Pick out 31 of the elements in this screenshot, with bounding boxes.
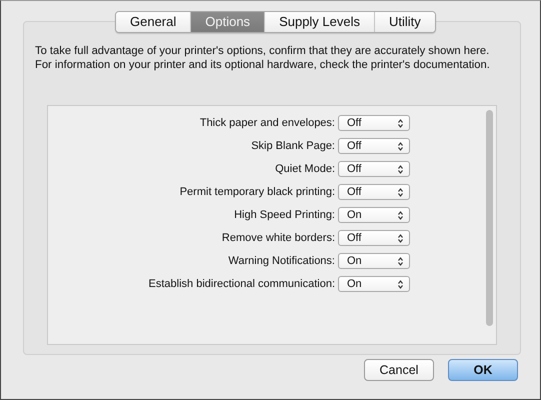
popup-button[interactable]: Off — [338, 115, 410, 131]
updown-arrows-icon — [398, 234, 403, 242]
popup-button[interactable]: Off — [338, 184, 410, 200]
popup-button[interactable]: Off — [338, 138, 410, 154]
updown-arrows-icon — [398, 142, 403, 150]
option-label: Warning Notifications: — [227, 254, 336, 269]
tab[interactable]: Supply Levels — [265, 12, 376, 32]
updown-arrows-icon — [398, 210, 403, 220]
popup-button[interactable]: On — [338, 253, 410, 269]
option-label: High Speed Printing: — [233, 208, 336, 223]
popup-button[interactable]: On — [338, 276, 410, 292]
option-label: Establish bidirectional communication: — [148, 276, 336, 292]
scrollbar-thumb[interactable] — [486, 110, 492, 326]
cancel-button[interactable]: Cancel — [364, 359, 434, 381]
option-label: Skip Blank Page: — [250, 138, 336, 154]
tab[interactable]: Utility — [375, 12, 435, 32]
popup-button[interactable]: Off — [338, 230, 410, 246]
description-text: To take full advantage of your printer's options, confirm that they are accurately shown here. For information on your printer and its optional hardware, check the printer's documentation. — [35, 45, 491, 72]
tab[interactable]: General — [116, 12, 192, 32]
updown-arrows-icon — [398, 188, 403, 196]
ok-button[interactable]: OK — [448, 359, 518, 381]
updown-arrows-icon — [398, 256, 403, 266]
option-label: Permit temporary black printing: — [178, 184, 336, 200]
option-label: Remove white borders: — [220, 230, 336, 246]
option-label: Thick paper and envelopes: — [198, 116, 336, 131]
popup-button[interactable]: Off — [338, 161, 410, 177]
updown-arrows-icon — [398, 118, 403, 128]
updown-arrows-icon — [398, 164, 403, 174]
option-label: Quiet Mode: — [274, 162, 336, 177]
updown-arrows-icon — [398, 280, 403, 288]
popup-button[interactable]: On — [338, 207, 410, 223]
